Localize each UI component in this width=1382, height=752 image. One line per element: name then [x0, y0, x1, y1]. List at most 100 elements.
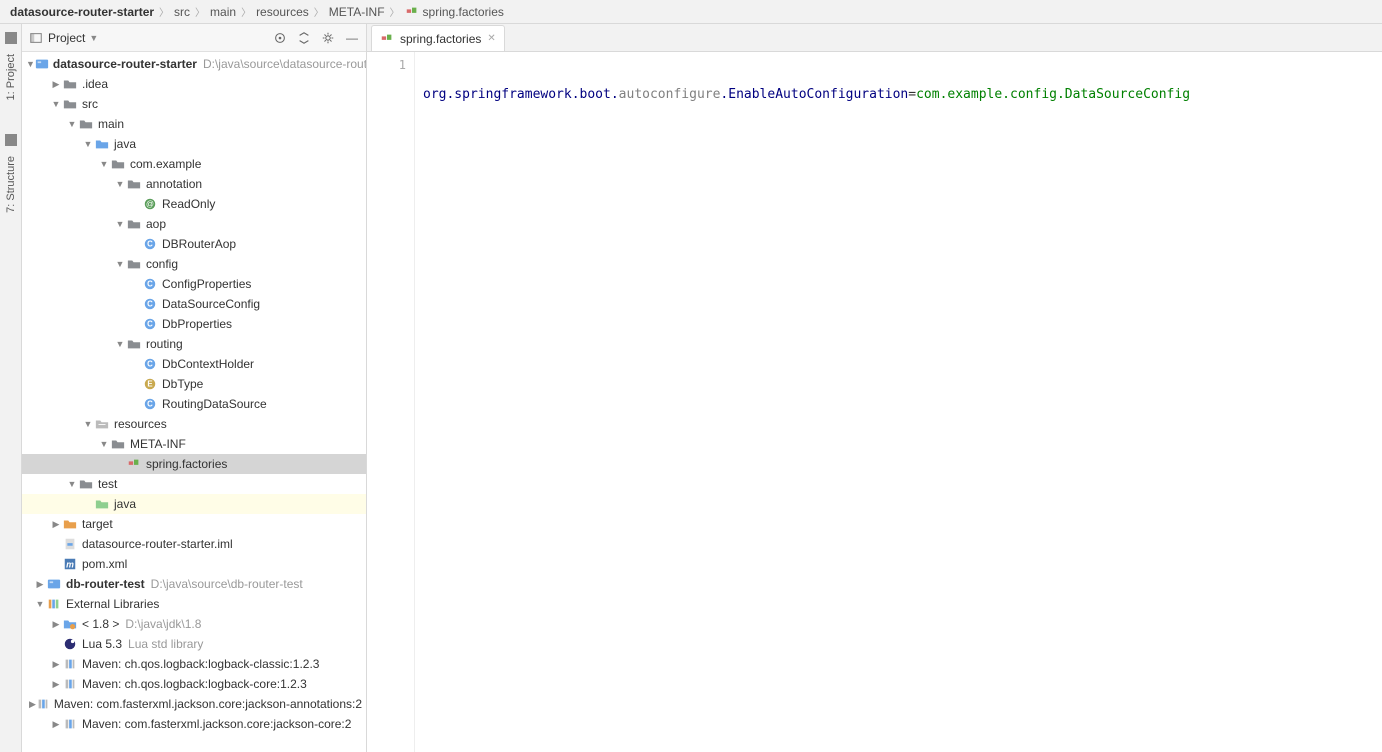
rail-structure[interactable]: 7: Structure	[5, 150, 17, 219]
tree-row[interactable]: java	[22, 494, 366, 514]
folder-orange-icon	[62, 516, 78, 532]
tree-arrow-icon[interactable]: ▼	[34, 599, 46, 609]
maven-icon: m	[62, 556, 78, 572]
tree-row[interactable]: CConfigProperties	[22, 274, 366, 294]
tree-label: db-router-test	[66, 577, 145, 591]
breadcrumb-item[interactable]: src	[172, 5, 192, 19]
tree-row[interactable]: Lua 5.3Lua std library	[22, 634, 366, 654]
chevron-down-icon[interactable]: ▼	[89, 33, 98, 43]
gear-icon[interactable]	[320, 30, 336, 46]
tree-row[interactable]: ▶< 1.8 >D:\java\jdk\1.8	[22, 614, 366, 634]
tree-arrow-icon[interactable]: ▼	[50, 99, 62, 109]
breadcrumb-item[interactable]: resources	[254, 5, 311, 19]
folder-icon	[78, 476, 94, 492]
breadcrumb-item[interactable]: datasource-router-starter	[8, 5, 156, 19]
tree-arrow-icon[interactable]: ▼	[114, 179, 126, 189]
tree-arrow-icon[interactable]: ▶	[50, 519, 62, 530]
tree-row[interactable]: ▶ .idea	[22, 74, 366, 94]
lib-icon	[62, 676, 78, 692]
breadcrumb-item[interactable]: main	[208, 5, 238, 19]
tree-row[interactable]: CDataSourceConfig	[22, 294, 366, 314]
tree-row[interactable]: datasource-router-starter.iml	[22, 534, 366, 554]
tree-row[interactable]: ▼java	[22, 134, 366, 154]
tree-label: .idea	[82, 77, 108, 91]
tree-row[interactable]: EDbType	[22, 374, 366, 394]
breadcrumb-item[interactable]: spring.factories	[403, 5, 506, 19]
collapse-icon[interactable]	[296, 30, 312, 46]
tree-arrow-icon[interactable]: ▼	[82, 139, 94, 149]
code-eq: =	[908, 87, 916, 102]
tree-arrow-icon[interactable]: ▼	[114, 259, 126, 269]
tree-arrow-icon[interactable]: ▶	[34, 579, 46, 590]
tree-arrow-icon[interactable]: ▼	[66, 479, 78, 489]
class-c-icon: C	[142, 236, 158, 252]
tab-label: spring.factories	[400, 32, 481, 46]
tree-row[interactable]: ▼META-INF	[22, 434, 366, 454]
svg-text:C: C	[147, 240, 153, 249]
tree-arrow-icon[interactable]: ▼	[82, 419, 94, 429]
editor-code[interactable]: org.springframework.boot.autoconfigure.E…	[415, 52, 1382, 752]
tree-row[interactable]: ▶Maven: com.fasterxml.jackson.core:jacks…	[22, 694, 366, 714]
chevron-right-icon: 〉	[159, 4, 169, 19]
project-view-icon[interactable]	[28, 30, 44, 46]
tree-arrow-icon[interactable]: ▶	[50, 79, 62, 90]
locate-icon[interactable]	[272, 30, 288, 46]
code-pkg: org.springframework.boot.	[423, 87, 619, 102]
tree-arrow-icon[interactable]: ▼	[98, 159, 110, 169]
tree-label: ReadOnly	[162, 197, 215, 211]
tree-label: routing	[146, 337, 183, 351]
minimize-icon[interactable]: —	[344, 30, 360, 46]
tree-row[interactable]: ▶Maven: ch.qos.logback:logback-core:1.2.…	[22, 674, 366, 694]
folder-res-icon	[94, 416, 110, 432]
close-icon[interactable]: ✕	[487, 33, 495, 44]
tree-row[interactable]: CDBRouterAop	[22, 234, 366, 254]
tab-spring-factories[interactable]: spring.factories ✕	[371, 25, 505, 51]
sidebar-title[interactable]: Project	[48, 31, 85, 45]
tree-row[interactable]: @ReadOnly	[22, 194, 366, 214]
project-tree[interactable]: ▼datasource-router-starterD:\java\source…	[22, 52, 366, 752]
tree-row[interactable]: ▼config	[22, 254, 366, 274]
tree-row[interactable]: CDbProperties	[22, 314, 366, 334]
tree-arrow-icon[interactable]: ▼	[98, 439, 110, 449]
tree-row[interactable]: ▼External Libraries	[22, 594, 366, 614]
tree-row[interactable]: mpom.xml	[22, 554, 366, 574]
tree-arrow-icon[interactable]: ▶	[50, 719, 62, 730]
tree-row[interactable]: ▶ target	[22, 514, 366, 534]
chevron-right-icon: 〉	[314, 4, 324, 19]
lib-icon	[36, 696, 50, 712]
tree-arrow-icon[interactable]: ▼	[114, 219, 126, 229]
tree-row[interactable]: ▶Maven: ch.qos.logback:logback-classic:1…	[22, 654, 366, 674]
rail-project[interactable]: 1: Project	[5, 48, 17, 106]
tree-arrow-icon[interactable]: ▼	[66, 119, 78, 129]
tree-label: target	[82, 517, 113, 531]
editor-tabs: spring.factories ✕	[367, 24, 1382, 52]
tree-row[interactable]: ▼datasource-router-starterD:\java\source…	[22, 54, 366, 74]
tree-row[interactable]: spring.factories	[22, 454, 366, 474]
tree-row[interactable]: ▶db-router-testD:\java\source\db-router-…	[22, 574, 366, 594]
folder-icon	[110, 436, 126, 452]
tree-arrow-icon[interactable]: ▶	[29, 699, 36, 710]
tree-row[interactable]: ▼aop	[22, 214, 366, 234]
folder-icon	[78, 116, 94, 132]
tree-arrow-icon[interactable]: ▶	[50, 659, 62, 670]
tree-arrow-icon[interactable]: ▼	[114, 339, 126, 349]
tree-row[interactable]: CDbContextHolder	[22, 354, 366, 374]
tree-row[interactable]: ▼src	[22, 94, 366, 114]
code-value: com.example.config.DataSourceConfig	[916, 87, 1190, 102]
tree-row[interactable]: ▼ routing	[22, 334, 366, 354]
tree-arrow-icon[interactable]: ▼	[26, 59, 35, 69]
tree-row[interactable]: ▼annotation	[22, 174, 366, 194]
tree-row[interactable]: ▶Maven: com.fasterxml.jackson.core:jacks…	[22, 714, 366, 734]
breadcrumb-item[interactable]: META-INF	[327, 5, 387, 19]
tree-row[interactable]: ▼test	[22, 474, 366, 494]
sdk-icon	[62, 616, 78, 632]
tree-arrow-icon[interactable]: ▶	[50, 679, 62, 690]
tree-label: com.example	[130, 157, 201, 171]
tree-row[interactable]: ▼ com.example	[22, 154, 366, 174]
folder-blue-icon	[94, 136, 110, 152]
svg-text:E: E	[147, 380, 152, 389]
tree-row[interactable]: ▼resources	[22, 414, 366, 434]
tree-row[interactable]: ▼main	[22, 114, 366, 134]
tree-arrow-icon[interactable]: ▶	[50, 619, 62, 630]
tree-row[interactable]: CRoutingDataSource	[22, 394, 366, 414]
